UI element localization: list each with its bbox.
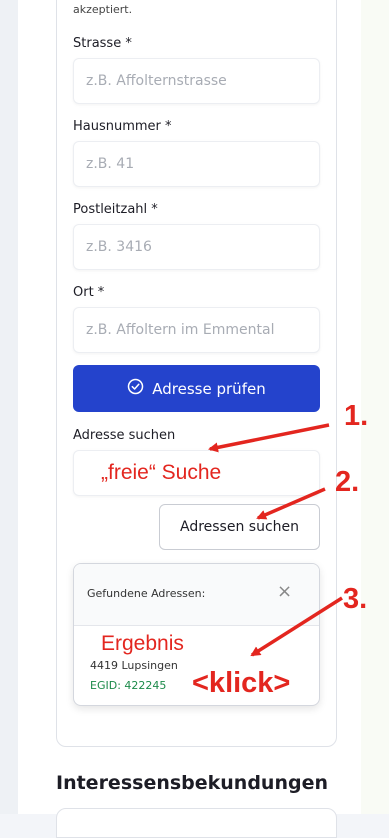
annotation-step-2: 2. xyxy=(335,466,360,498)
annotation-step-3: 3. xyxy=(343,583,368,615)
annotation-free-search: „freie“ Suche xyxy=(101,461,222,484)
annotation-click: <klick> xyxy=(192,667,291,699)
annotation-arrow-3 xyxy=(250,596,343,657)
annotation-result: Ergebnis xyxy=(101,632,184,655)
annotation-arrow-1 xyxy=(208,423,330,453)
annotation-step-1: 1. xyxy=(344,400,369,432)
annotation-arrow-2 xyxy=(256,487,326,520)
